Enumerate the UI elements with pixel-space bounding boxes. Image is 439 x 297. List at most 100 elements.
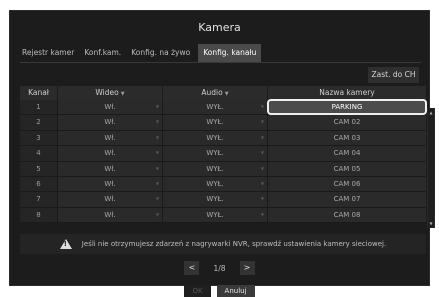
dropdown-arrow-icon: ▼ (260, 211, 264, 217)
audio-value: WYŁ. (206, 210, 224, 219)
dropdown-arrow-icon: ▼ (260, 150, 264, 156)
video-value: Wł. (104, 195, 116, 204)
table-row: 2 Wł. ▼ WYŁ. ▼ CAM 02 (20, 115, 426, 131)
audio-value: WYŁ. (206, 179, 224, 188)
dropdown-arrow-icon: ▼ (155, 165, 159, 171)
audio-select[interactable]: WYŁ. ▼ (163, 100, 268, 115)
ok-button[interactable]: OK (184, 285, 211, 297)
audio-value: WYŁ. (206, 164, 224, 173)
tab-divider (20, 62, 421, 63)
video-value: Wł. (104, 133, 116, 142)
dropdown-arrow-icon: ▼ (260, 165, 264, 171)
video-select[interactable]: Wł. ▼ (58, 207, 163, 223)
camera-name-field[interactable]: CAM 08 (268, 207, 426, 223)
tab-live-config[interactable]: Konfig. na żywo (129, 44, 192, 62)
camera-name-field[interactable]: CAM 06 (268, 176, 426, 192)
audio-select[interactable]: WYŁ. ▼ (163, 130, 268, 146)
audio-select[interactable]: WYŁ. ▼ (163, 207, 268, 223)
dropdown-arrow-icon: ▼ (260, 180, 264, 186)
camera-dialog: Kamera Rejestr kamer Konf.kam. Konfig. n… (9, 10, 435, 297)
dialog-title: Kamera (198, 21, 241, 34)
dropdown-arrow-icon: ▼ (155, 150, 159, 156)
dropdown-arrow-icon: ▼ (155, 211, 159, 217)
table-row: 4 Wł. ▼ WYŁ. ▼ CAM 04 (20, 146, 426, 162)
camera-name-field[interactable]: PARKING (267, 98, 427, 116)
video-value: Wł. (104, 103, 116, 111)
sort-down-icon: ▼ (224, 91, 229, 97)
channel-number: 3 (20, 130, 58, 146)
audio-select[interactable]: WYŁ. ▼ (163, 192, 268, 207)
camera-name-field[interactable]: CAM 03 (268, 130, 426, 146)
tab-bar: Rejestr kamer Konf.kam. Konfig. na żywo … (20, 44, 267, 62)
video-select[interactable]: Wł. ▼ (58, 176, 163, 192)
dropdown-arrow-icon: ▼ (155, 196, 159, 202)
video-value: Wł. (104, 210, 116, 219)
video-select[interactable]: Wł. ▼ (58, 161, 163, 176)
dropdown-arrow-icon: ▼ (260, 104, 264, 109)
audio-value: WYŁ. (206, 133, 224, 142)
dropdown-arrow-icon: ▼ (260, 119, 264, 125)
scroll-up-icon[interactable]: ▲ (427, 110, 435, 115)
video-value: Wł. (104, 164, 116, 173)
header-audio[interactable]: Audio ▼ (163, 86, 268, 100)
camera-name-field[interactable]: CAM 02 (268, 115, 426, 130)
table-row: 8 Wł. ▼ WYŁ. ▼ CAM 08 (20, 207, 426, 224)
video-value: Wł. (104, 179, 116, 188)
prev-page-button[interactable]: < (184, 261, 200, 275)
channel-number: 4 (20, 146, 58, 161)
video-select[interactable]: Wł. ▼ (58, 146, 163, 161)
video-select[interactable]: Wł. ▼ (58, 100, 163, 115)
tab-channel-config[interactable]: Konfig. kanału (198, 44, 262, 62)
table-row: 7 Wł. ▼ WYŁ. ▼ CAM 07 (20, 192, 426, 208)
scroll-down-icon[interactable]: ▼ (427, 221, 435, 226)
dialog-footer: OK Anuluj (10, 285, 429, 297)
header-channel: Kanał (20, 86, 58, 100)
dropdown-arrow-icon: ▼ (260, 196, 264, 202)
table-scrollbar[interactable]: ▲ ▼ (427, 108, 435, 228)
table-row: 6 Wł. ▼ WYŁ. ▼ CAM 06 (20, 176, 426, 193)
camera-name-field[interactable]: CAM 05 (268, 161, 426, 176)
scrollbar-thumb[interactable] (428, 108, 434, 228)
tab-camera-config[interactable]: Konf.kam. (82, 44, 123, 62)
audio-value: WYŁ. (206, 118, 224, 127)
video-select[interactable]: Wł. ▼ (58, 115, 163, 130)
channel-number: 2 (20, 115, 58, 130)
video-value: Wł. (104, 118, 116, 127)
channel-number: 6 (20, 176, 58, 192)
audio-select[interactable]: WYŁ. ▼ (163, 115, 268, 130)
warning-banner: ! Jeśli nie otrzymujesz zdarzeń z nagryw… (20, 234, 426, 254)
apply-to-channels-button[interactable]: Zast. do CH (368, 67, 419, 83)
warning-text: Jeśli nie otrzymujesz zdarzeń z nagrywar… (81, 240, 387, 248)
pagination: < 1/8 > (10, 261, 429, 275)
tab-camera-register[interactable]: Rejestr kamer (20, 44, 76, 62)
dropdown-arrow-icon: ▼ (155, 119, 159, 125)
channel-number: 5 (20, 161, 58, 176)
dropdown-arrow-icon: ▼ (155, 180, 159, 186)
audio-select[interactable]: WYŁ. ▼ (163, 176, 268, 192)
channel-number: 8 (20, 207, 58, 223)
cancel-button[interactable]: Anuluj (216, 285, 255, 297)
dropdown-arrow-icon: ▼ (260, 134, 264, 140)
next-page-button[interactable]: > (239, 261, 255, 275)
page-indicator: 1/8 (213, 263, 226, 273)
header-video[interactable]: Wideo ▼ (58, 86, 163, 100)
video-value: Wł. (104, 149, 116, 158)
camera-name-field[interactable]: CAM 04 (268, 146, 426, 161)
video-select[interactable]: Wł. ▼ (58, 130, 163, 146)
channel-table: 1 Wł. ▼ WYŁ. ▼ PARKING 2 Wł. ▼ WYŁ. ▼ CAM 02 3 Wł. ▼ WY… (20, 98, 427, 224)
table-header: Kanał Wideo ▼ Audio ▼ Nazwa kamery (20, 86, 426, 100)
warning-icon: ! (59, 239, 72, 249)
audio-select[interactable]: WYŁ. ▼ (163, 161, 268, 176)
video-select[interactable]: Wł. ▼ (58, 192, 163, 207)
header-camera-name: Nazwa kamery (319, 88, 375, 97)
audio-value: WYŁ. (206, 103, 224, 111)
table-row: 5 Wł. ▼ WYŁ. ▼ CAM 05 (20, 161, 426, 177)
channel-number: 1 (20, 100, 58, 115)
channel-number: 7 (20, 192, 58, 207)
dropdown-arrow-icon: ▼ (155, 104, 159, 109)
camera-name-field[interactable]: CAM 07 (268, 192, 426, 207)
audio-select[interactable]: WYŁ. ▼ (163, 146, 268, 161)
table-row: 3 Wł. ▼ WYŁ. ▼ CAM 03 (20, 130, 426, 147)
audio-value: WYŁ. (206, 195, 224, 204)
audio-value: WYŁ. (206, 149, 224, 158)
